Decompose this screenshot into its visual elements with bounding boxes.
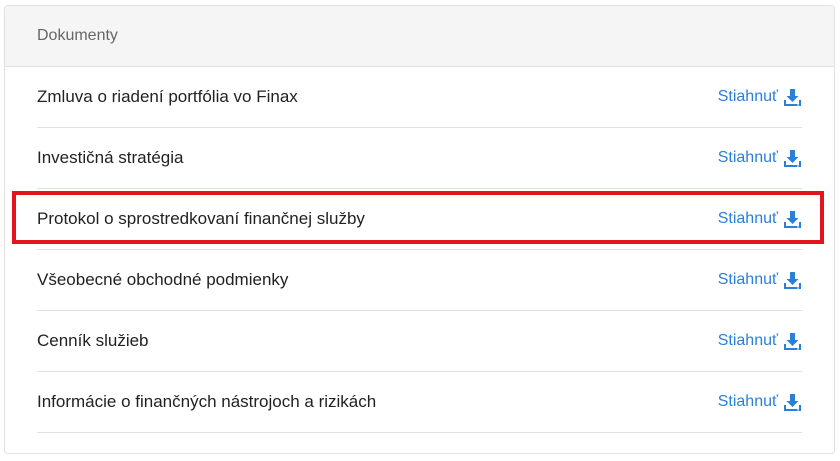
document-row: Zmluva o riadení portfólia vo Finax Stia…: [37, 67, 802, 128]
document-name: Zmluva o riadení portfólia vo Finax: [37, 87, 298, 106]
download-label[interactable]: Stiahnuť: [718, 210, 778, 228]
panel-header: Dokumenty: [5, 6, 834, 67]
download-button[interactable]: Stiahnuť: [718, 88, 802, 107]
document-row: Cenník služieb Stiahnuť: [37, 311, 802, 372]
documents-panel: Dokumenty Zmluva o riadení portfólia vo …: [4, 5, 835, 454]
download-icon[interactable]: [783, 393, 802, 412]
download-icon[interactable]: [783, 271, 802, 290]
document-row: Všeobecné obchodné podmienky Stiahnuť: [37, 250, 802, 311]
panel-title: Dokumenty: [37, 27, 118, 44]
download-icon[interactable]: [783, 210, 802, 229]
document-row: Investičná stratégia Stiahnuť: [37, 128, 802, 189]
document-name: Cenník služieb: [37, 331, 149, 350]
document-name: Všeobecné obchodné podmienky: [37, 270, 289, 289]
document-name: Informácie o finančných nástrojoch a riz…: [37, 392, 377, 411]
download-button[interactable]: Stiahnuť: [718, 393, 802, 412]
download-label[interactable]: Stiahnuť: [718, 271, 778, 289]
download-label[interactable]: Stiahnuť: [718, 88, 778, 106]
documents-list: Zmluva o riadení portfólia vo Finax Stia…: [5, 67, 834, 433]
document-row: Informácie o finančných nástrojoch a riz…: [37, 372, 802, 433]
download-icon[interactable]: [783, 88, 802, 107]
download-label[interactable]: Stiahnuť: [718, 332, 778, 350]
download-icon[interactable]: [783, 332, 802, 351]
download-label[interactable]: Stiahnuť: [718, 149, 778, 167]
download-button[interactable]: Stiahnuť: [718, 332, 802, 351]
download-button[interactable]: Stiahnuť: [718, 271, 802, 290]
document-name: Protokol o sprostredkovaní finančnej slu…: [37, 209, 365, 228]
download-icon[interactable]: [783, 149, 802, 168]
document-row: Protokol o sprostredkovaní finančnej slu…: [37, 189, 802, 250]
document-name: Investičná stratégia: [37, 148, 184, 167]
download-label[interactable]: Stiahnuť: [718, 393, 778, 411]
download-button[interactable]: Stiahnuť: [718, 149, 802, 168]
download-button[interactable]: Stiahnuť: [718, 210, 802, 229]
